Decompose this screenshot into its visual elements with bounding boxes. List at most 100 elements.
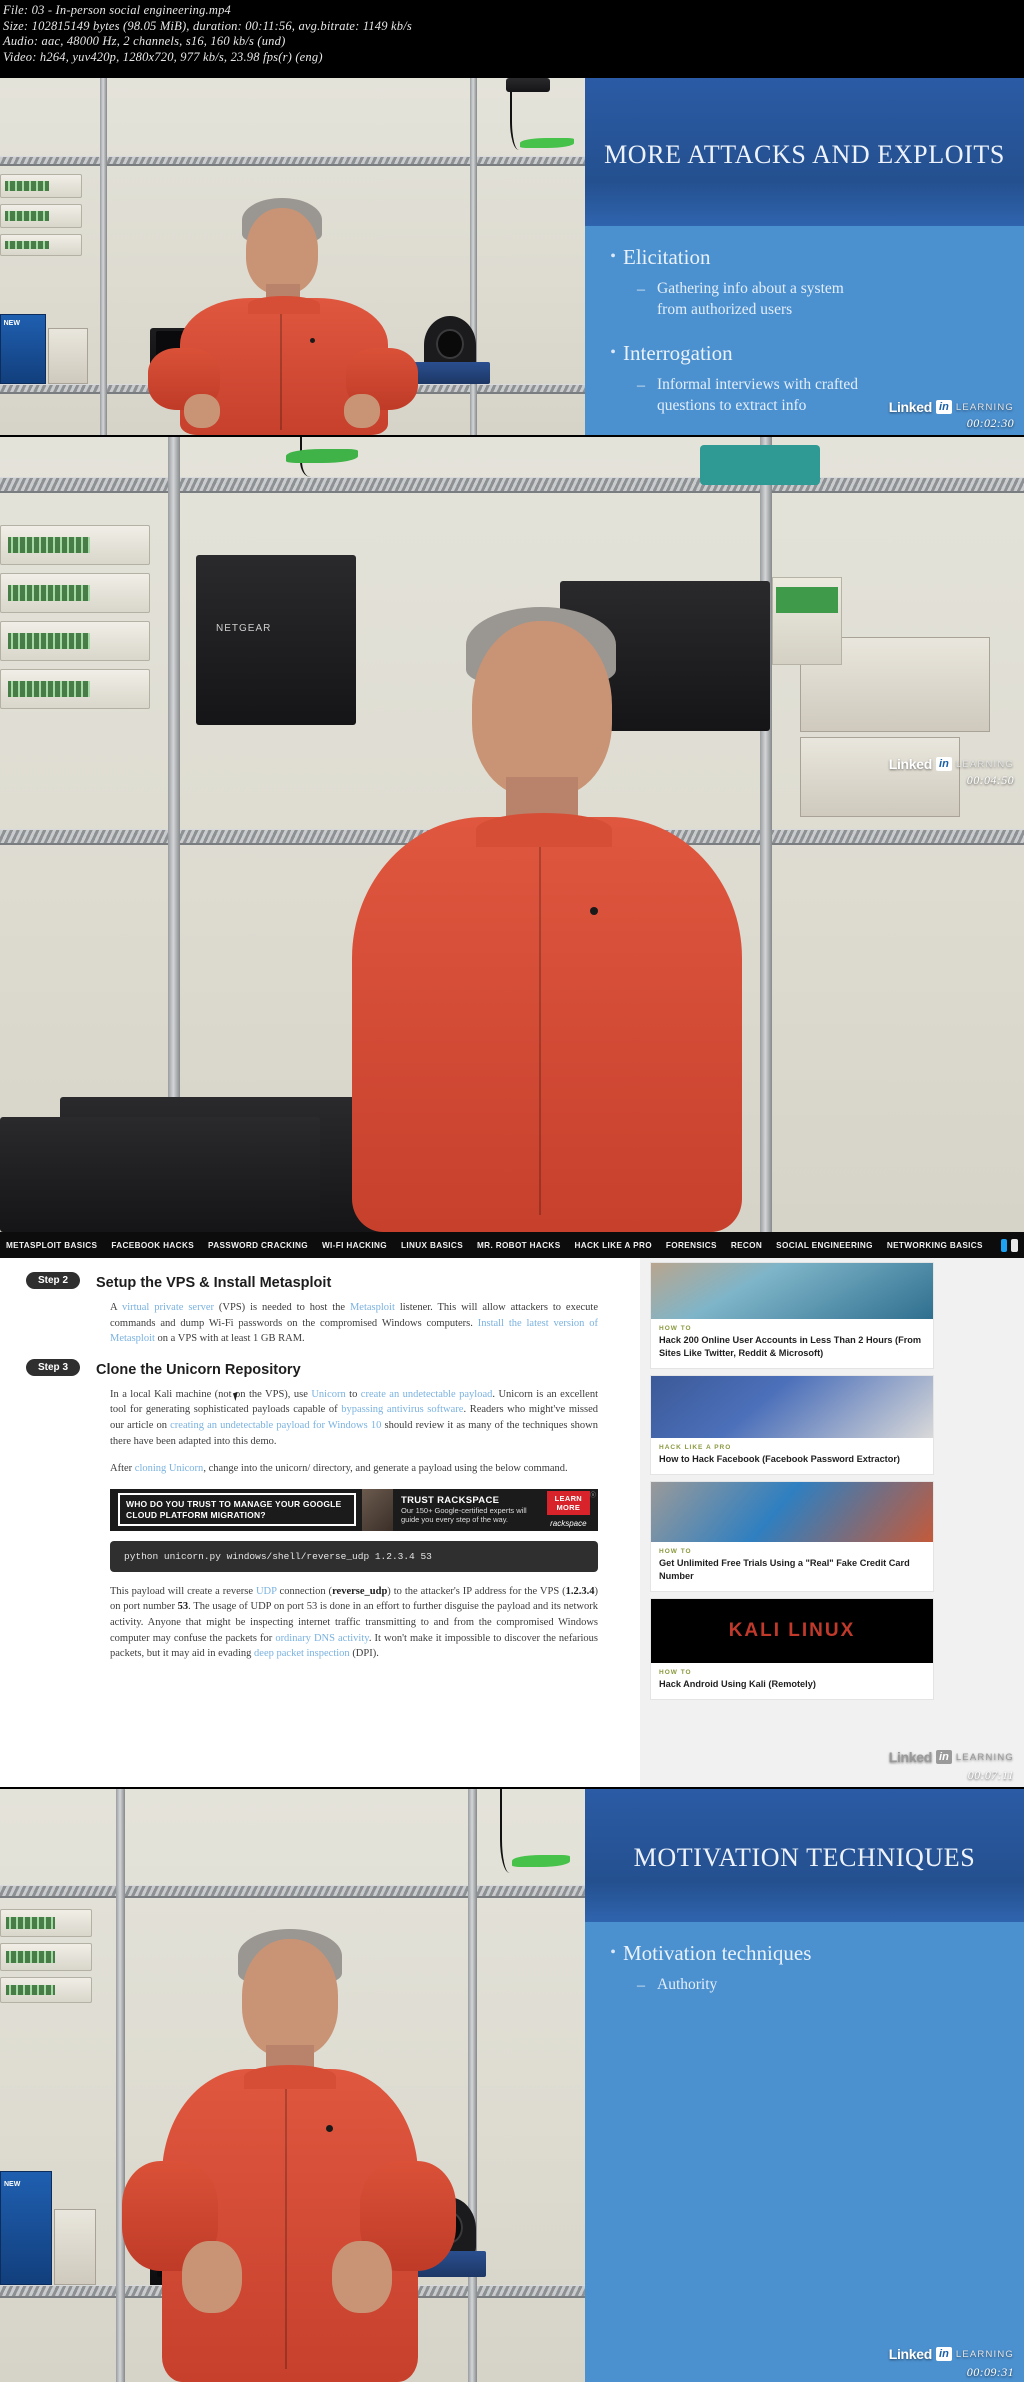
linkedin-in-icon: in (936, 400, 952, 414)
netgear-label: NETGEAR (216, 623, 272, 634)
presenter-hand-left (184, 394, 220, 428)
ad-question-text: WHO DO YOU TRUST TO MANAGE YOUR GOOGLE C… (118, 1493, 356, 1527)
linkedin-wordmark: Linked (888, 756, 933, 772)
slide-4-body: • Motivation techniques – Authority (585, 1922, 1024, 1997)
presenter-shirt (352, 817, 742, 1232)
presenter-collar (244, 2065, 336, 2089)
slide-1-bullet-0: • Elicitation (603, 242, 1006, 272)
related-thumb-credit-card (651, 1482, 933, 1542)
video-frame-2: NETGEAR Linked in LEARNING 00:04:50 (0, 437, 1024, 1232)
file-info-line-3: Audio: aac, 48000 Hz, 2 channels, s16, 1… (3, 34, 286, 49)
sub-text: Authority (657, 1976, 718, 1993)
blue-manual-book: NEW (0, 2171, 52, 2285)
presenter-collar (248, 296, 320, 314)
slide-4-bullet-0: • Motivation techniques (603, 1938, 1006, 1968)
rack-server-1 (0, 525, 150, 565)
box-stack-right (800, 737, 960, 817)
slide-4-title: MOTIVATION TECHNIQUES (633, 1843, 976, 1872)
teal-container (700, 445, 820, 485)
ad-headline: TRUST RACKSPACE (400, 1494, 500, 1506)
file-info-line-2: Size: 102815149 bytes (98.05 MiB), durat… (3, 18, 412, 33)
lapel-mic (310, 338, 315, 343)
step-2-row: Step 2 Setup the VPS & Install Metasploi… (0, 1272, 640, 1294)
related-title[interactable]: Hack 200 Online User Accounts in Less Th… (651, 1334, 933, 1368)
shelf-rail-top (0, 1885, 585, 1898)
bullet-label: Impersonation (623, 434, 744, 435)
slide-1-title: MORE ATTACKS AND EXPLOITS (604, 139, 1005, 169)
green-plant-leaf (512, 1855, 570, 1867)
bullet-label: Elicitation (623, 245, 711, 269)
nav-item-2[interactable]: PASSWORD CRACKING (208, 1241, 308, 1250)
step-3-paragraph: In a local Kali machine (not on the VPS)… (110, 1388, 599, 1447)
code-block: python unicorn.py windows/shell/reverse_… (110, 1540, 598, 1572)
lapel-mic (326, 2125, 333, 2132)
video-frame-4: NEW MOTIVATION TECHNIQUES • Motivation t… (0, 1789, 1024, 2382)
bullet-label: Motivation techniques (623, 1941, 812, 1965)
timestamp-frame-1: 00:02:30 (966, 416, 1014, 430)
shelf-post-right (468, 1789, 477, 2382)
presenter-head (472, 621, 612, 797)
nav-item-5[interactable]: MR. ROBOT HACKS (477, 1241, 560, 1250)
rack-server-bottom (0, 234, 82, 256)
related-card-0[interactable]: HOW TO Hack 200 Online User Accounts in … (650, 1262, 934, 1369)
ad-close-icon[interactable]: ⓧ (590, 1490, 596, 1499)
nav-item-9[interactable]: SOCIAL ENGINEERING (776, 1241, 873, 1250)
presenter-hand-right (332, 2241, 392, 2313)
studio-video-frame-2: NETGEAR (0, 437, 1024, 1232)
related-card-3[interactable]: KALI LINUX HOW TO Hack Android Using Kal… (650, 1598, 934, 1700)
sub-text: Gathering info about a system from autho… (657, 280, 844, 318)
linkedin-in-icon: in (936, 757, 952, 771)
step-2-badge: Step 2 (26, 1272, 81, 1289)
presenter-head (242, 1939, 338, 2057)
shelf-rail-top (0, 156, 585, 166)
lapel-mic (590, 907, 598, 915)
rack-server-3 (0, 621, 150, 661)
video-frame-3-webpage: METASPLOIT BASICS FACEBOOK HACKS PASSWOR… (0, 1232, 1024, 1787)
ad-brand-rackspace: rackspace (550, 1519, 587, 1529)
youtube-icon[interactable] (1011, 1238, 1018, 1252)
ad-cta-group[interactable]: LEARN MORE rackspace (546, 1491, 591, 1529)
related-articles-sidebar: HOW TO Hack 200 Online User Accounts in … (640, 1258, 1024, 1787)
studio-video-frame-1: NEW (0, 78, 585, 435)
ad-copy: TRUST RACKSPACE Our 150+ Google-certifie… (401, 1495, 547, 1525)
rack-server-4 (0, 669, 150, 709)
nav-item-6[interactable]: HACK LIKE A PRO (575, 1241, 652, 1250)
linkedin-learning-watermark: Linked in LEARNING (889, 1749, 1014, 1765)
related-title[interactable]: Hack Android Using Kali (Remotely) (651, 1678, 933, 1699)
related-kicker: HACK LIKE A PRO (659, 1444, 732, 1451)
related-title[interactable]: How to Hack Facebook (Facebook Password … (651, 1453, 933, 1474)
slide-4: MOTIVATION TECHNIQUES • Motivation techn… (585, 1789, 1024, 2382)
nav-item-10[interactable]: NETWORKING BASICS (887, 1241, 983, 1250)
step-3-badge: Step 3 (26, 1358, 81, 1376)
nav-item-7[interactable]: FORENSICS (666, 1241, 717, 1250)
dash-icon: – (637, 1977, 645, 1994)
slide-1-bullet-2: • Impersonation (603, 434, 1006, 435)
nav-item-0[interactable]: METASPLOIT BASICS (6, 1241, 97, 1250)
site-navbar[interactable]: METASPLOIT BASICS FACEBOOK HACKS PASSWOR… (0, 1232, 1024, 1258)
bullet-label: Interrogation (623, 341, 733, 365)
related-title[interactable]: Get Unlimited Free Trials Using a "Real"… (651, 1557, 933, 1591)
related-card-2[interactable]: HOW TO Get Unlimited Free Trials Using a… (650, 1481, 934, 1592)
timestamp-frame-3: 00:07:11 (967, 1768, 1014, 1782)
ad-subline: Our 150+ Google-certified experts will g… (400, 1505, 527, 1525)
white-box-shelf (48, 328, 88, 384)
nav-item-1[interactable]: FACEBOOK HACKS (111, 1241, 194, 1250)
related-card-1[interactable]: HACK LIKE A PRO How to Hack Facebook (Fa… (650, 1375, 934, 1475)
timestamp-frame-4: 00:09:31 (966, 2365, 1014, 2379)
nav-item-4[interactable]: LINUX BASICS (401, 1241, 463, 1250)
file-info-line-4: Video: h264, yuv420p, 1280x720, 977 kb/s… (3, 49, 323, 64)
linkedin-in-icon: in (936, 1750, 952, 1764)
nav-item-8[interactable]: RECON (731, 1241, 762, 1250)
advertisement-banner[interactable]: WHO DO YOU TRUST TO MANAGE YOUR GOOGLE C… (110, 1488, 598, 1531)
bullet-dot-icon: • (603, 434, 623, 435)
twitter-icon[interactable] (1000, 1238, 1008, 1252)
presenter-collar (476, 813, 612, 847)
slide-1-titlebar: MORE ATTACKS AND EXPLOITS (585, 78, 1024, 226)
linkedin-learning-watermark: Linked in LEARNING (889, 2346, 1014, 2362)
nav-item-3[interactable]: WI-FI HACKING (322, 1241, 387, 1250)
linkedin-learning-watermark: Linked in LEARNING (889, 756, 1014, 772)
ad-learn-more-button[interactable]: LEARN MORE (546, 1491, 591, 1516)
presenter-head (246, 208, 318, 294)
bullet-dot-icon: • (610, 344, 616, 361)
linkedin-wordmark: Linked (888, 2346, 933, 2362)
